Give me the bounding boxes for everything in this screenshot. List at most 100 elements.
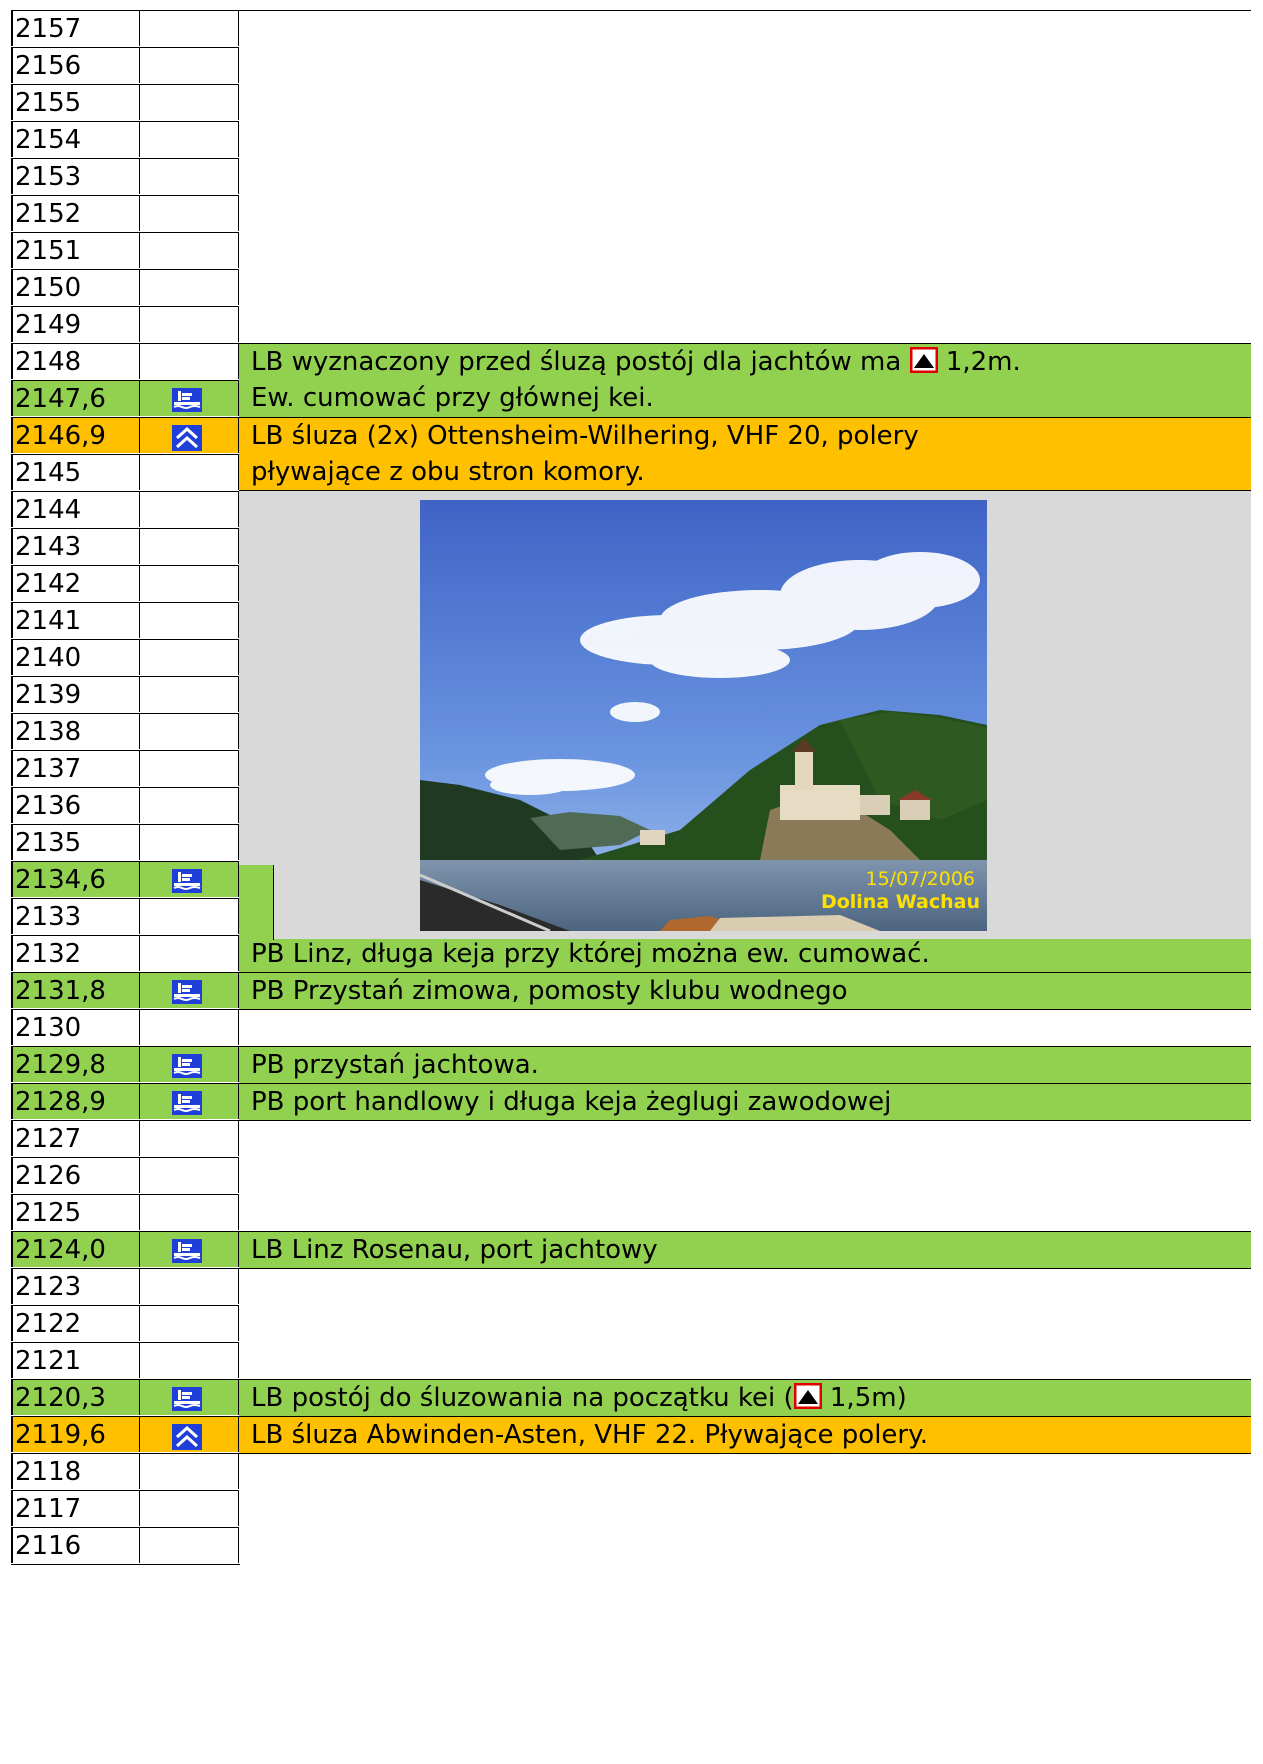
km-marker: 2121	[11, 1342, 140, 1378]
photo-date-stamp: 15/07/2006	[865, 868, 975, 890]
desc-2129-yacht-harbor: PB przystań jachtowa.	[239, 1046, 1251, 1083]
icon-cell	[140, 417, 239, 453]
km-marker: 2130	[11, 1009, 140, 1045]
icon-cell	[140, 1231, 239, 1267]
desc-lock-1-line1: LB śluza (2x) Ottensheim-Wilhering, VHF …	[251, 421, 919, 451]
km-marker: 2128,9	[11, 1083, 140, 1119]
icon-cell	[140, 1120, 239, 1156]
km-marker: 2149	[11, 306, 140, 342]
km-marker: 2123	[11, 1268, 140, 1304]
icon-cell	[140, 306, 239, 342]
icon-cell	[140, 565, 239, 601]
icon-cell	[140, 824, 239, 860]
km-marker: 2142	[11, 565, 140, 601]
icon-cell	[140, 1268, 239, 1304]
desc-blank-2130	[239, 1009, 1251, 1046]
desc-2148-text-post: 1,2m.	[945, 347, 1021, 377]
icon-cell	[140, 47, 239, 83]
icon-cell	[140, 713, 239, 749]
icon-cell	[140, 861, 239, 897]
km-marker: 2155	[11, 84, 140, 120]
dolina-wachau-photo: 15/07/2006 Dolina Wachau	[420, 500, 987, 931]
desc-2119-text: LB śluza Abwinden-Asten, VHF 22. Pływają…	[251, 1420, 929, 1450]
km-marker: 2136	[11, 787, 140, 823]
km-marker: 2122	[11, 1305, 140, 1341]
desc-blank-bottom	[239, 1453, 1251, 1565]
desc-2119-lock: LB śluza Abwinden-Asten, VHF 22. Pływają…	[239, 1416, 1251, 1453]
desc-2128-commercial-port: PB port handlowy i długa keja żeglugi za…	[239, 1083, 1251, 1120]
table-bottom-border	[11, 1564, 240, 1565]
icon-cell	[140, 1379, 239, 1415]
desc-2129-text: PB przystań jachtowa.	[251, 1050, 539, 1080]
km-marker: 2129,8	[11, 1046, 140, 1082]
km-marker: 2151	[11, 232, 140, 268]
desc-2128-text: PB port handlowy i długa keja żeglugi za…	[251, 1087, 892, 1117]
icon-cell	[140, 1046, 239, 1082]
km-marker: 2138	[11, 713, 140, 749]
depth-icon	[793, 1382, 823, 1410]
km-marker: 2125	[11, 1194, 140, 1230]
km-marker: 2148	[11, 343, 140, 379]
icon-cell	[140, 343, 239, 379]
icon-cell	[140, 454, 239, 490]
km-marker: 2134,6	[11, 861, 140, 897]
photo-caption: Dolina Wachau	[821, 891, 980, 913]
km-marker: 2117	[11, 1490, 140, 1526]
icon-cell	[140, 1490, 239, 1526]
icon-cell	[140, 787, 239, 823]
icon-cell	[140, 602, 239, 638]
icon-cell	[140, 639, 239, 675]
km-marker: 2143	[11, 528, 140, 564]
km-marker: 2157	[11, 10, 140, 46]
icon-cell	[140, 10, 239, 46]
km-marker: 2127	[11, 1120, 140, 1156]
km-marker: 2140	[11, 639, 140, 675]
icon-cell	[140, 1157, 239, 1193]
icon-cell	[140, 1009, 239, 1045]
icon-cell	[140, 121, 239, 157]
km-marker: 2139	[11, 676, 140, 712]
km-marker: 2120,3	[11, 1379, 140, 1415]
km-marker: 2118	[11, 1453, 140, 1489]
desc-2131-winter-harbor: PB Przystań zimowa, pomosty klubu wodneg…	[239, 972, 1251, 1009]
desc-2120-text-pre: LB postój do śluzowania na początku kei …	[251, 1383, 794, 1413]
desc-2147-text: Ew. cumować przy głównej kei.	[251, 383, 654, 413]
desc-blank-2127	[239, 1120, 1251, 1231]
icon-cell	[140, 1305, 239, 1341]
icon-cell	[140, 750, 239, 786]
icon-cell	[140, 528, 239, 564]
desc-2148-text-pre: LB wyznaczony przed śluzą postój dla jac…	[251, 347, 902, 377]
icon-cell	[140, 935, 239, 971]
desc-2120-lock-waiting: LB postój do śluzowania na początku kei …	[239, 1379, 1251, 1416]
km-marker: 2150	[11, 269, 140, 305]
icon-cell	[140, 898, 239, 934]
icon-cell	[140, 1083, 239, 1119]
km-marker: 2116	[11, 1527, 140, 1563]
icon-cell	[140, 380, 239, 416]
km-marker: 2141	[11, 602, 140, 638]
icon-cell	[140, 195, 239, 231]
km-marker: 2131,8	[11, 972, 140, 1008]
photo-green-marker	[239, 865, 274, 940]
icon-cell	[140, 1416, 239, 1452]
km-marker: 2133	[11, 898, 140, 934]
km-marker: 2124,0	[11, 1231, 140, 1267]
icon-cell	[140, 232, 239, 268]
icon-cell	[140, 972, 239, 1008]
desc-2132-text: PB Linz, długa keja przy której można ew…	[251, 939, 930, 969]
km-marker: 2144	[11, 491, 140, 527]
icon-cell	[140, 491, 239, 527]
landscape-photo-illustration: 15/07/2006 Dolina Wachau	[420, 500, 987, 931]
icon-cell	[140, 84, 239, 120]
desc-2124-text: LB Linz Rosenau, port jachtowy	[251, 1235, 658, 1265]
icon-cell	[140, 1453, 239, 1489]
desc-2131-text: PB Przystań zimowa, pomosty klubu wodneg…	[251, 976, 848, 1006]
km-marker: 2119,6	[11, 1416, 140, 1452]
km-marker: 2145	[11, 454, 140, 490]
icon-cell	[140, 269, 239, 305]
km-marker: 2137	[11, 750, 140, 786]
icon-cell	[140, 158, 239, 194]
icon-cell	[140, 1342, 239, 1378]
desc-2124-rosenau: LB Linz Rosenau, port jachtowy	[239, 1231, 1251, 1268]
desc-blank-2123	[239, 1268, 1251, 1379]
